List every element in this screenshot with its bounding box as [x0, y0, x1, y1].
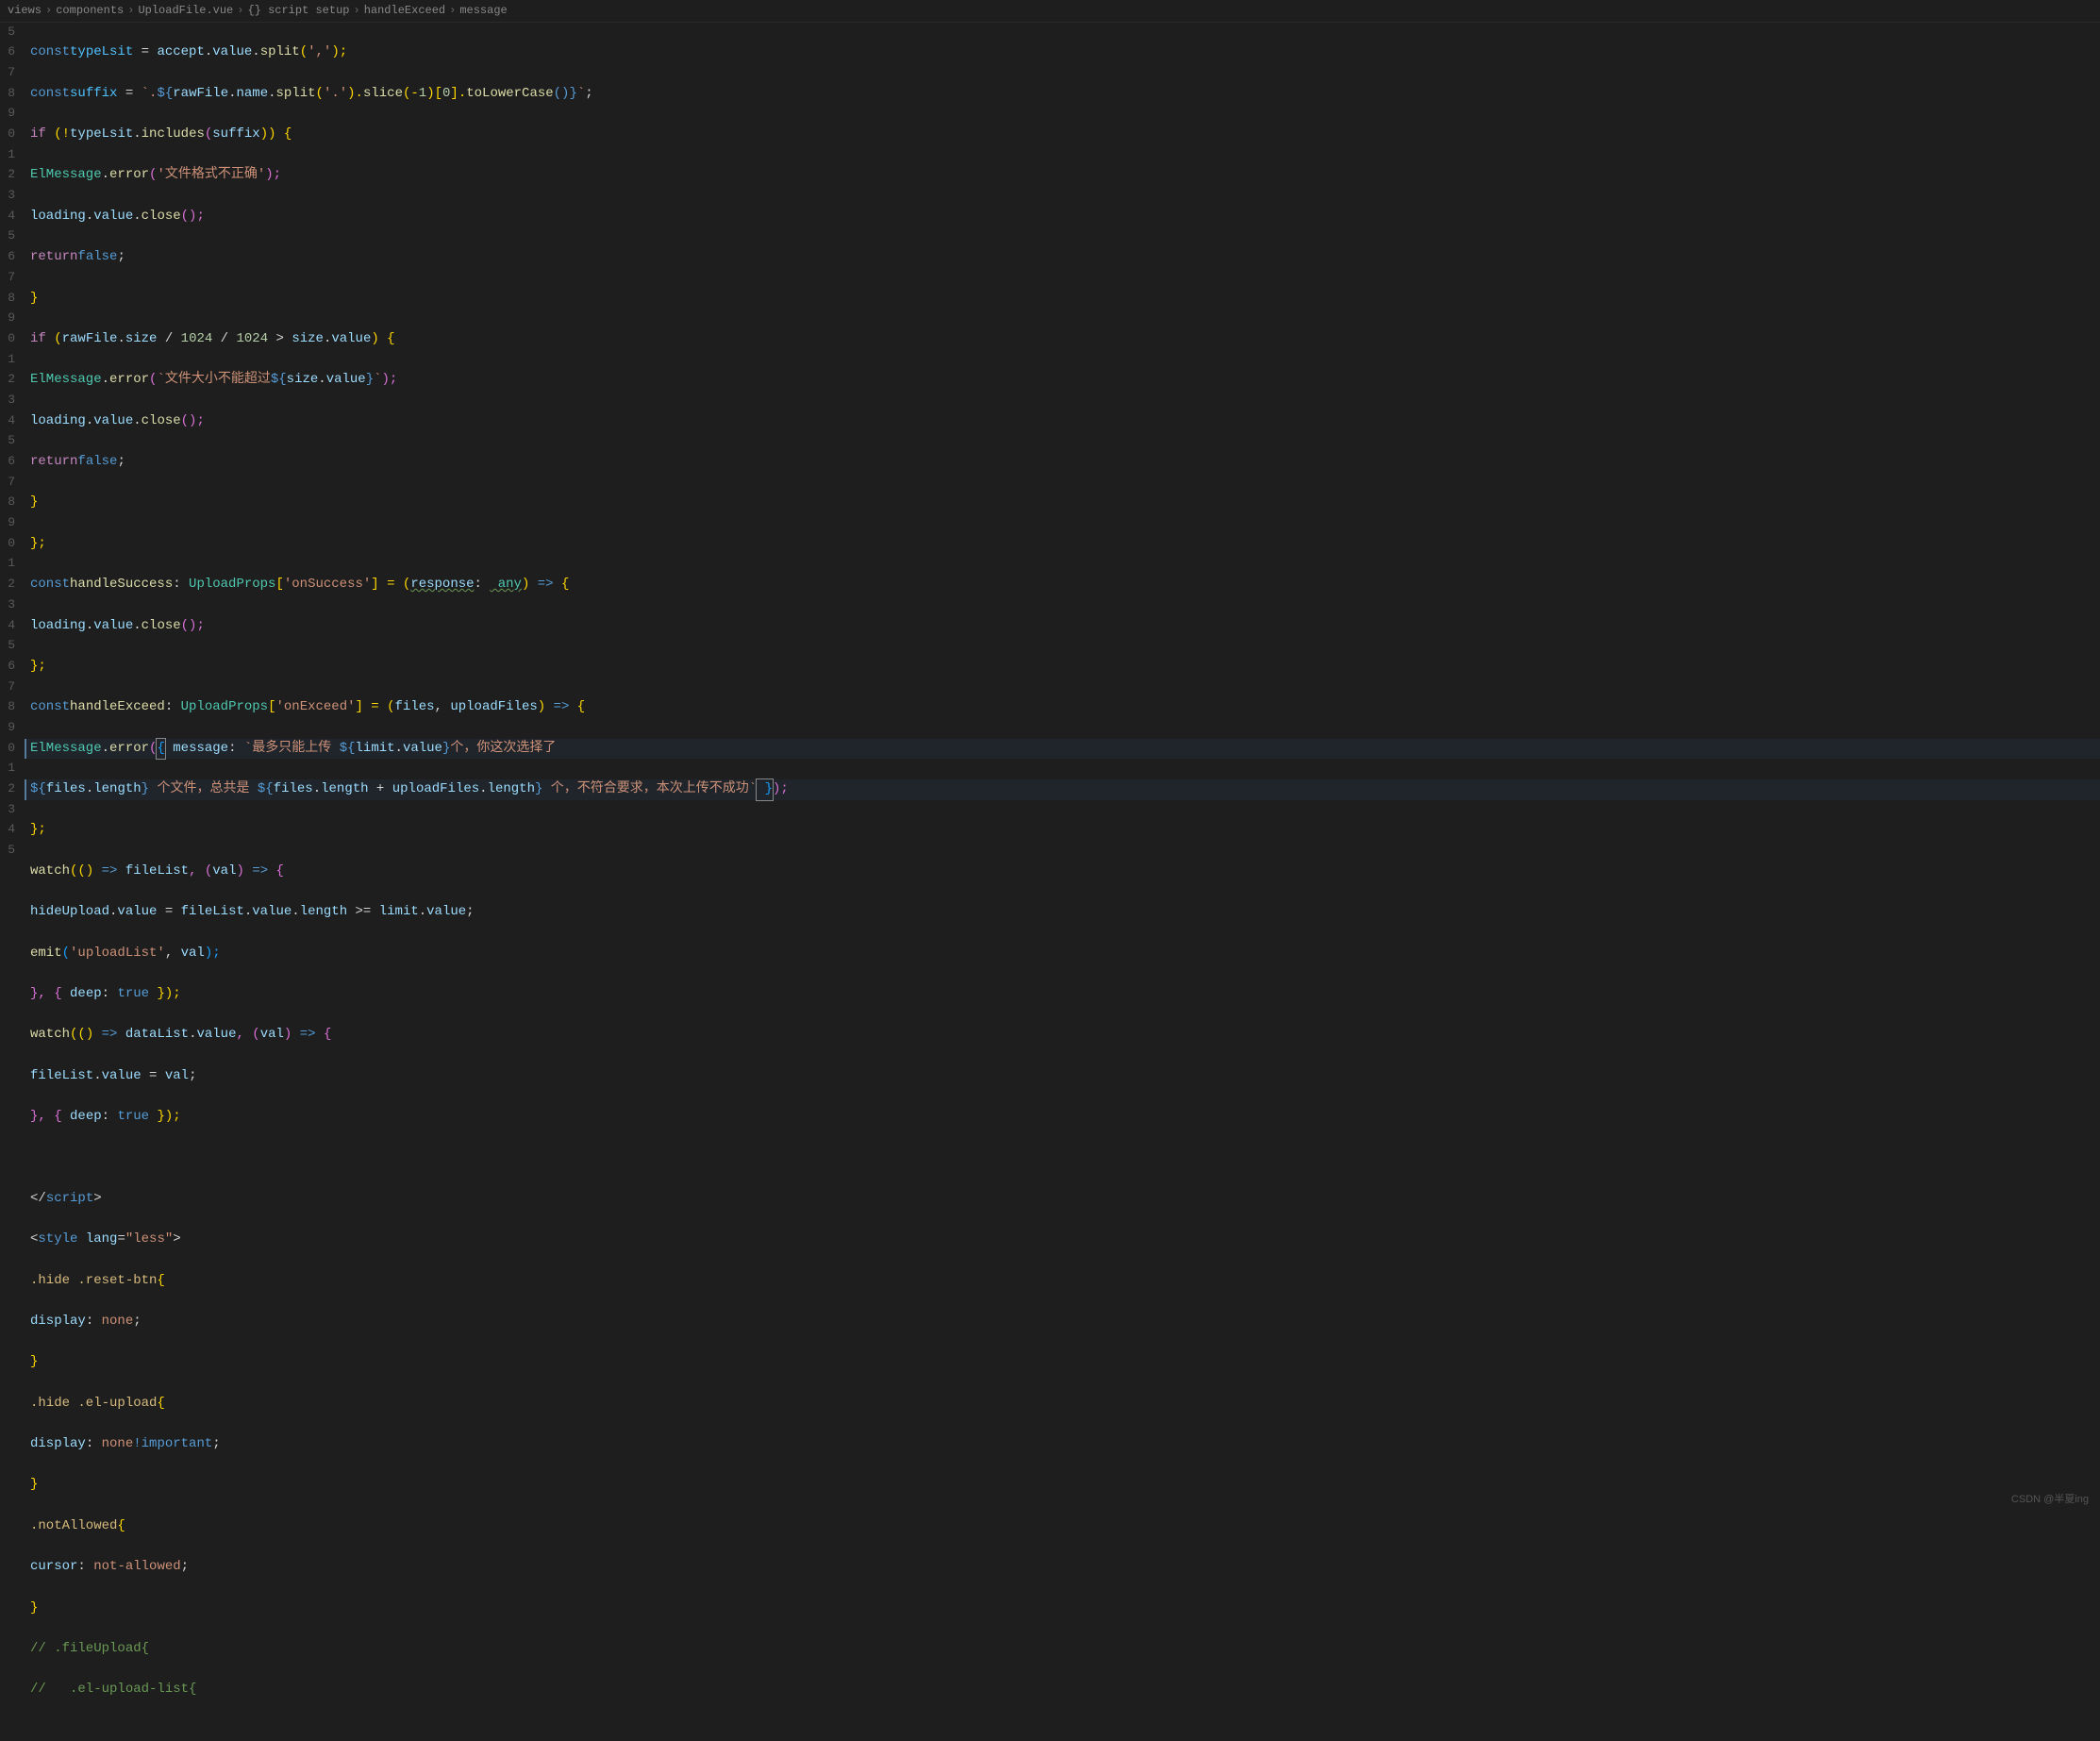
code-content[interactable]: const typeLsit = accept.value.split(',')…	[26, 23, 2100, 1519]
code-editor[interactable]: 5 6 7 8 9 0 1 2 3 4 5 6 7 8 9 0 1 2 3 4 …	[0, 23, 2100, 1519]
code-line[interactable]	[30, 1147, 2100, 1168]
code-line[interactable]: }	[30, 1599, 2100, 1619]
code-line[interactable]: display: none!important;	[30, 1434, 2100, 1455]
code-line[interactable]: }	[30, 493, 2100, 513]
breadcrumb-item[interactable]: UploadFile.vue	[138, 2, 233, 20]
breadcrumb-item[interactable]: handleExceed	[364, 2, 445, 20]
code-line[interactable]: return false;	[30, 247, 2100, 268]
code-line[interactable]: display: none;	[30, 1312, 2100, 1332]
code-line[interactable]: loading.value.close();	[30, 207, 2100, 227]
breadcrumb-item[interactable]: message	[459, 2, 507, 20]
code-line[interactable]: </script>	[30, 1189, 2100, 1210]
chevron-right-icon: ›	[127, 2, 134, 20]
code-line[interactable]: <style lang="less">	[30, 1230, 2100, 1250]
line-number-gutter: 5 6 7 8 9 0 1 2 3 4 5 6 7 8 9 0 1 2 3 4 …	[0, 23, 26, 1519]
code-line[interactable]: watch(() => fileList, (val) => {	[30, 862, 2100, 882]
breadcrumb: views › components › UploadFile.vue › {}…	[0, 0, 2100, 23]
code-line[interactable]: // .fileUpload{	[30, 1639, 2100, 1660]
code-line[interactable]: .hide .reset-btn{	[30, 1271, 2100, 1292]
code-line[interactable]: };	[30, 657, 2100, 678]
code-line[interactable]: loading.value.close();	[30, 411, 2100, 432]
code-line-active[interactable]: ${files.length} 个文件，总共是 ${files.length +…	[25, 779, 2100, 800]
code-line-active[interactable]: ElMessage.error({ message: `最多只能上传 ${lim…	[25, 739, 2100, 760]
chevron-right-icon: ›	[237, 2, 243, 20]
chevron-right-icon: ›	[449, 2, 456, 20]
breadcrumb-item[interactable]: components	[56, 2, 124, 20]
code-line[interactable]: const typeLsit = accept.value.split(',')…	[30, 42, 2100, 63]
code-line[interactable]: .hide .el-upload{	[30, 1394, 2100, 1415]
code-line[interactable]: emit('uploadList', val);	[30, 944, 2100, 964]
code-line[interactable]: hideUpload.value = fileList.value.length…	[30, 902, 2100, 923]
code-line[interactable]: }, { deep: true });	[30, 984, 2100, 1005]
breadcrumb-item[interactable]: {} script setup	[247, 2, 349, 20]
code-line[interactable]: ElMessage.error(`文件大小不能超过${size.value}`)…	[30, 370, 2100, 391]
code-line[interactable]: };	[30, 820, 2100, 841]
code-line[interactable]: }	[30, 1475, 2100, 1496]
code-line[interactable]: fileList.value = val;	[30, 1066, 2100, 1087]
code-line[interactable]: watch(() => dataList.value, (val) => {	[30, 1025, 2100, 1046]
code-line[interactable]: }	[30, 289, 2100, 310]
code-line[interactable]: .notAllowed{	[30, 1516, 2100, 1537]
chevron-right-icon: ›	[45, 2, 52, 20]
code-line[interactable]: ElMessage.error('文件格式不正确');	[30, 165, 2100, 186]
code-line[interactable]: if (!typeLsit.includes(suffix)) {	[30, 125, 2100, 145]
code-line[interactable]: cursor: not-allowed;	[30, 1557, 2100, 1578]
code-line[interactable]: if (rawFile.size / 1024 / 1024 > size.va…	[30, 329, 2100, 350]
code-line[interactable]: }, { deep: true });	[30, 1107, 2100, 1128]
code-line[interactable]: // .el-upload-list{	[30, 1680, 2100, 1700]
code-line[interactable]: const handleExceed: UploadProps['onExcee…	[30, 697, 2100, 718]
code-line[interactable]: const suffix = `.${rawFile.name.split('.…	[30, 84, 2100, 105]
code-line[interactable]: }	[30, 1352, 2100, 1373]
code-line[interactable]: };	[30, 534, 2100, 555]
chevron-right-icon: ›	[354, 2, 360, 20]
code-line[interactable]: return false;	[30, 452, 2100, 473]
code-line[interactable]: loading.value.close();	[30, 616, 2100, 637]
watermark: CSDN @半夏ing	[2011, 1492, 2089, 1508]
code-line[interactable]: const handleSuccess: UploadProps['onSucc…	[30, 575, 2100, 595]
breadcrumb-item[interactable]: views	[8, 2, 42, 20]
